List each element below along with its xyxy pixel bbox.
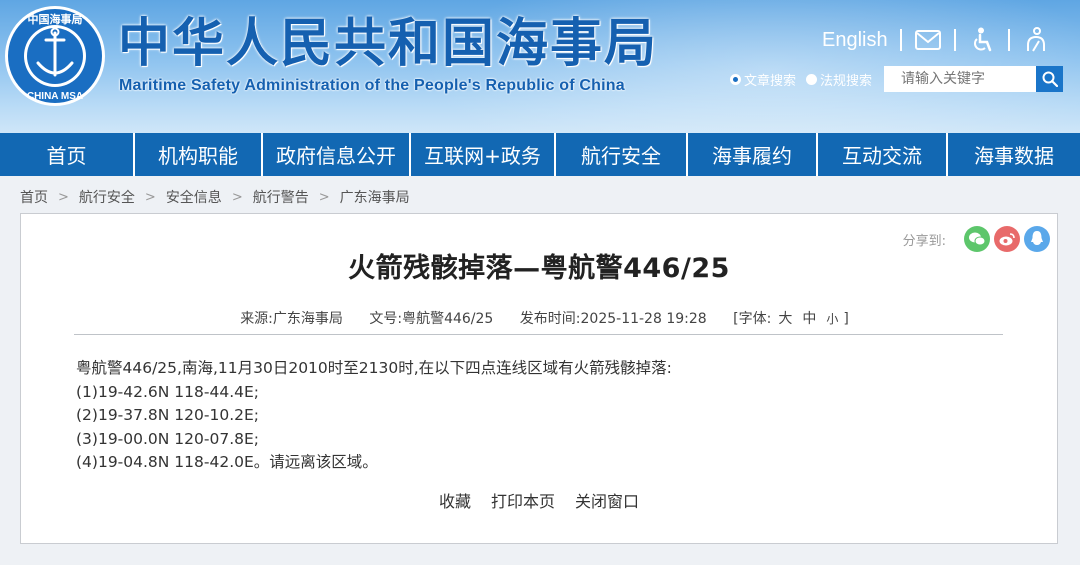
font-size-label: [字体: [733, 311, 772, 327]
main-nav: 首页 机构职能 政府信息公开 互联网+政务 航行安全 海事履约 互动交流 海事数… [0, 133, 1080, 176]
font-size-small[interactable]: 小 [826, 312, 838, 326]
emblem-text-top: 中国海事局 [28, 12, 83, 26]
breadcrumb-nav-warnings[interactable]: 航行警告 [253, 187, 309, 207]
article-body: 粤航警446/25,南海,11月30日2010时至2130时,在以下四点连线区域… [76, 357, 1006, 475]
article-actions: 收藏 打印本页 关闭窗口 [21, 488, 1057, 512]
print-link[interactable]: 打印本页 [491, 488, 555, 512]
article-title: 火箭残骸掉落—粤航警446/25 [348, 253, 730, 284]
article-meta: 来源:广东海事局 文号:粤航警446/25 发布时间:2025-11-28 19… [21, 308, 1057, 328]
accessibility-icon[interactable] [968, 26, 996, 54]
emblem-text-bottom: CHINA MSA [27, 91, 83, 102]
coordinate-line: (2)19-37.8N 120-10.2E; [76, 406, 260, 424]
radio-regulation-search[interactable]: 法规搜索 [806, 70, 872, 89]
chevron-right-icon: > [318, 189, 330, 205]
nav-item-home[interactable]: 首页 [0, 133, 133, 176]
font-size-close: ] [843, 311, 849, 327]
chevron-right-icon: > [231, 189, 243, 205]
search-input[interactable] [884, 66, 1037, 92]
nav-item-functions[interactable]: 机构职能 [133, 133, 261, 176]
english-link[interactable]: English [822, 29, 898, 52]
divider [953, 29, 956, 51]
article-paragraph: 粤航警446/25,南海,11月30日2010时至2130时,在以下四点连线区域… [76, 359, 672, 377]
site-title-en: Maritime Safety Administration of the Pe… [119, 77, 625, 94]
site-header: 中国海事局 CHINA MSA 中华人民共和国海事局 Maritime Safe… [0, 0, 1080, 133]
chevron-right-icon: > [144, 189, 156, 205]
divider [74, 334, 1003, 335]
divider [1007, 29, 1010, 51]
coordinate-line: (1)19-42.6N 118-44.4E; [76, 382, 260, 401]
nav-item-data[interactable]: 海事数据 [946, 133, 1080, 176]
article-publish-time: 发布时间:2025-11-28 19:28 [519, 311, 707, 327]
top-links: English [822, 24, 1050, 56]
divider [899, 29, 902, 51]
font-size-large[interactable]: 大 [778, 311, 792, 327]
coordinate-line: (3)19-00.0N 120-07.8E; [76, 429, 260, 448]
breadcrumb-guangdong-msa[interactable]: 广东海事局 [340, 187, 410, 207]
msa-emblem-logo[interactable]: 中国海事局 CHINA MSA [4, 5, 106, 107]
close-window-link[interactable]: 关闭窗口 [575, 488, 639, 512]
article-doc-number: 文号:粤航警446/25 [369, 311, 494, 327]
search-area: 文章搜索 法规搜索 [730, 66, 1064, 92]
article-source: 来源:广东海事局 [240, 311, 343, 327]
favorite-link[interactable]: 收藏 [439, 488, 471, 512]
radio-label: 文章搜索 [744, 73, 797, 89]
breadcrumb-safety-info[interactable]: 安全信息 [166, 187, 222, 207]
radio-dot[interactable] [730, 73, 741, 85]
nav-item-internet-gov[interactable]: 互联网+政务 [409, 133, 554, 176]
chevron-right-icon: > [58, 189, 69, 205]
nav-item-gov-info[interactable]: 政府信息公开 [261, 133, 409, 176]
breadcrumb-home[interactable]: 首页 [20, 187, 48, 207]
article-panel: 分享到: 火箭残骸掉落—粤航警446/25 来源:广东海事局 文号:粤航警446… [20, 213, 1058, 544]
radio-label: 法规搜索 [820, 73, 873, 89]
nav-item-compliance[interactable]: 海事履约 [686, 133, 816, 176]
search-button[interactable] [1036, 66, 1064, 92]
breadcrumb-nav-safety[interactable]: 航行安全 [79, 187, 135, 207]
mail-icon[interactable] [914, 26, 942, 54]
breadcrumb: 首页 > 航行安全 > 安全信息 > 航行警告 > 广东海事局 [20, 186, 410, 208]
search-icon [1042, 71, 1058, 87]
radio-article-search[interactable]: 文章搜索 [730, 70, 796, 89]
site-title-cn[interactable]: 中华人民共和国海事局 [118, 14, 658, 74]
nav-item-interaction[interactable]: 互动交流 [816, 133, 946, 176]
nav-item-nav-safety[interactable]: 航行安全 [554, 133, 686, 176]
elderly-mode-icon[interactable] [1022, 26, 1050, 54]
coordinate-line: (4)19-04.8N 118-42.0E。请远离该区域。 [76, 453, 378, 471]
font-size-medium[interactable]: 中 [802, 311, 816, 327]
radio-dot[interactable] [806, 73, 818, 85]
